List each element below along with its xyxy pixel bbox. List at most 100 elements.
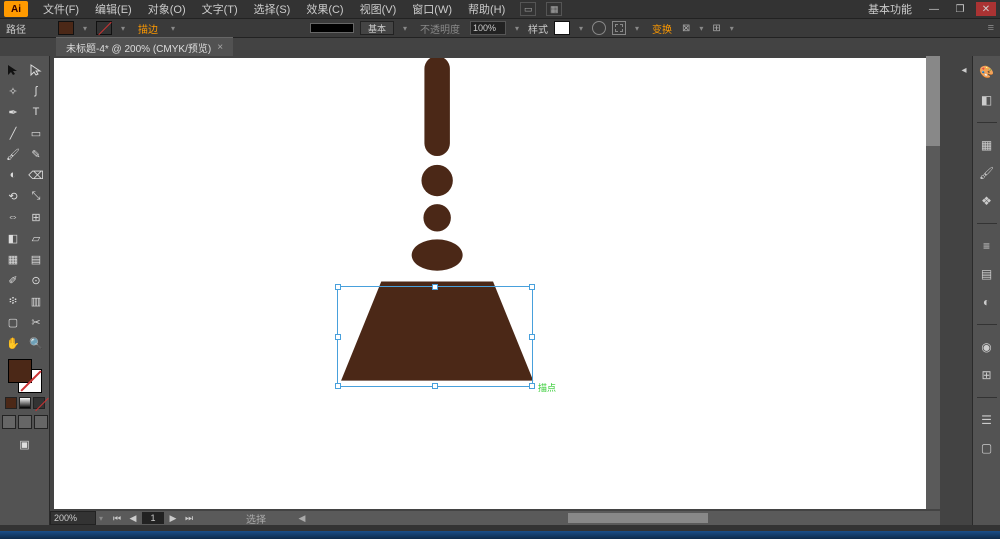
minimize-button[interactable]: — (924, 2, 944, 16)
color-solid-icon[interactable] (5, 397, 17, 409)
fill-dropdown-icon[interactable]: ▾ (80, 24, 90, 33)
graph-tool[interactable]: ▥ (25, 291, 47, 311)
artboards-panel-icon[interactable]: ▢ (977, 438, 997, 458)
recolor-icon[interactable] (592, 21, 606, 35)
zoom-tool[interactable]: 🔍 (25, 333, 47, 353)
stroke-panel-icon[interactable]: ≡ (977, 236, 997, 256)
align-icon[interactable] (612, 21, 626, 35)
pencil-tool[interactable]: ✎ (25, 144, 47, 164)
vertical-scrollbar[interactable] (926, 56, 940, 509)
expand-dock-icon[interactable]: ◂ (958, 64, 970, 76)
line-tool[interactable]: ╱ (2, 123, 24, 143)
document-tab[interactable]: 未标题-4* @ 200% (CMYK/预览) × (56, 37, 233, 57)
brush-preview[interactable] (310, 23, 354, 33)
isolate-icon[interactable]: ⊠ (682, 23, 690, 34)
screen-mode-icon[interactable]: ▣ (14, 435, 36, 453)
zoom-field[interactable]: 200% (50, 511, 96, 525)
sel-handle-sw[interactable] (335, 383, 341, 389)
layers-panel-icon[interactable]: ☰ (977, 410, 997, 430)
menu-object[interactable]: 对象(O) (143, 0, 191, 19)
artboard-tool[interactable]: ▢ (2, 312, 24, 332)
transparency-panel-icon[interactable]: ◐ (977, 292, 997, 312)
prev-artboard-button[interactable]: ◀ (126, 512, 140, 524)
menu-edit[interactable]: 编辑(E) (90, 0, 137, 19)
paintbrush-tool[interactable]: 🖌 (2, 144, 24, 164)
menu-file[interactable]: 文件(F) (38, 0, 84, 19)
blob-brush-tool[interactable]: ◐ (2, 165, 24, 185)
draw-inside-icon[interactable] (34, 415, 48, 429)
menu-window[interactable]: 窗口(W) (407, 0, 457, 19)
appearance-panel-icon[interactable]: ◉ (977, 337, 997, 357)
horizontal-scroll-thumb[interactable] (568, 513, 708, 523)
fill-color-swatch[interactable] (8, 359, 32, 383)
color-panel-icon[interactable]: 🎨 (977, 62, 997, 82)
brush-style-dropdown[interactable]: 基本 (360, 21, 394, 35)
shape-circle-1[interactable] (421, 165, 452, 196)
menu-help[interactable]: 帮助(H) (463, 0, 510, 19)
shape-rounded-bar[interactable] (424, 58, 449, 156)
close-button[interactable]: ✕ (976, 2, 996, 16)
rectangle-tool[interactable]: ▭ (25, 123, 47, 143)
sel-handle-e[interactable] (529, 334, 535, 340)
selection-bounding-box[interactable] (337, 286, 533, 387)
graphic-styles-panel-icon[interactable]: ⊞ (977, 365, 997, 385)
opacity-field[interactable]: 100% (470, 21, 506, 35)
maximize-button[interactable]: ❐ (950, 2, 970, 16)
draw-behind-icon[interactable] (18, 415, 32, 429)
sel-handle-n[interactable] (432, 284, 438, 290)
pen-tool[interactable]: ✒ (2, 102, 24, 122)
shape-circle-2[interactable] (423, 204, 450, 231)
width-tool[interactable]: ⇔ (2, 207, 24, 227)
stroke-link[interactable]: 描边 (134, 21, 162, 36)
canvas[interactable]: 描点 (54, 58, 936, 509)
menu-view[interactable]: 视图(V) (355, 0, 402, 19)
sel-handle-s[interactable] (432, 383, 438, 389)
lasso-tool[interactable]: ʃ (25, 81, 47, 101)
color-gradient-icon[interactable] (19, 397, 31, 409)
more-icon[interactable]: ⊞ (712, 23, 720, 34)
shape-builder-tool[interactable]: ◧ (2, 228, 24, 248)
symbols-panel-icon[interactable]: ❖ (977, 191, 997, 211)
scale-tool[interactable]: ⤡ (25, 186, 47, 206)
arrange-icon[interactable]: ▦ (546, 2, 562, 16)
gradient-tool[interactable]: ▤ (25, 249, 47, 269)
color-none-icon[interactable] (33, 397, 45, 409)
shape-ellipse[interactable] (412, 239, 463, 270)
control-menu-icon[interactable]: ≡ (988, 22, 994, 34)
brushes-panel-icon[interactable]: 🖌 (977, 163, 997, 183)
menu-select[interactable]: 选择(S) (249, 0, 296, 19)
rotate-tool[interactable]: ⟲ (2, 186, 24, 206)
eraser-tool[interactable]: ⌫ (25, 165, 47, 185)
gradient-panel-icon[interactable]: ▤ (977, 264, 997, 284)
slice-tool[interactable]: ✂ (25, 312, 47, 332)
hscroll-left-button[interactable]: ◀ (296, 512, 308, 524)
sel-handle-se[interactable] (529, 383, 535, 389)
last-artboard-button[interactable]: ⏭ (182, 512, 196, 524)
selection-tool[interactable] (2, 60, 24, 80)
symbol-sprayer-tool[interactable]: ፨ (2, 291, 24, 311)
eyedropper-tool[interactable]: ✐ (2, 270, 24, 290)
zoom-dropdown-icon[interactable]: ▾ (96, 514, 106, 523)
magic-wand-tool[interactable]: ✧ (2, 81, 24, 101)
menu-type[interactable]: 文字(T) (197, 0, 243, 19)
color-picker[interactable] (8, 359, 42, 393)
color-guide-panel-icon[interactable]: ◧ (977, 90, 997, 110)
stroke-weight-dropdown-icon[interactable]: ▾ (168, 24, 178, 33)
next-artboard-button[interactable]: ▶ (166, 512, 180, 524)
sel-handle-ne[interactable] (529, 284, 535, 290)
free-transform-tool[interactable]: ⊞ (25, 207, 47, 227)
stroke-dropdown-icon[interactable]: ▾ (118, 24, 128, 33)
document-tab-close-icon[interactable]: × (217, 42, 223, 53)
artboard-number-field[interactable]: 1 (142, 512, 164, 524)
perspective-tool[interactable]: ▱ (25, 228, 47, 248)
vertical-scroll-thumb[interactable] (926, 56, 940, 146)
opacity-link[interactable]: 不透明度 (416, 21, 464, 36)
mesh-tool[interactable]: ▦ (2, 249, 24, 269)
first-artboard-button[interactable]: ⏮ (110, 512, 124, 524)
stroke-swatch[interactable] (96, 21, 112, 35)
hand-tool[interactable]: ✋ (2, 333, 24, 353)
sel-handle-w[interactable] (335, 334, 341, 340)
menu-effect[interactable]: 效果(C) (301, 0, 348, 19)
draw-normal-icon[interactable] (2, 415, 16, 429)
transform-link[interactable]: 变换 (648, 21, 676, 36)
